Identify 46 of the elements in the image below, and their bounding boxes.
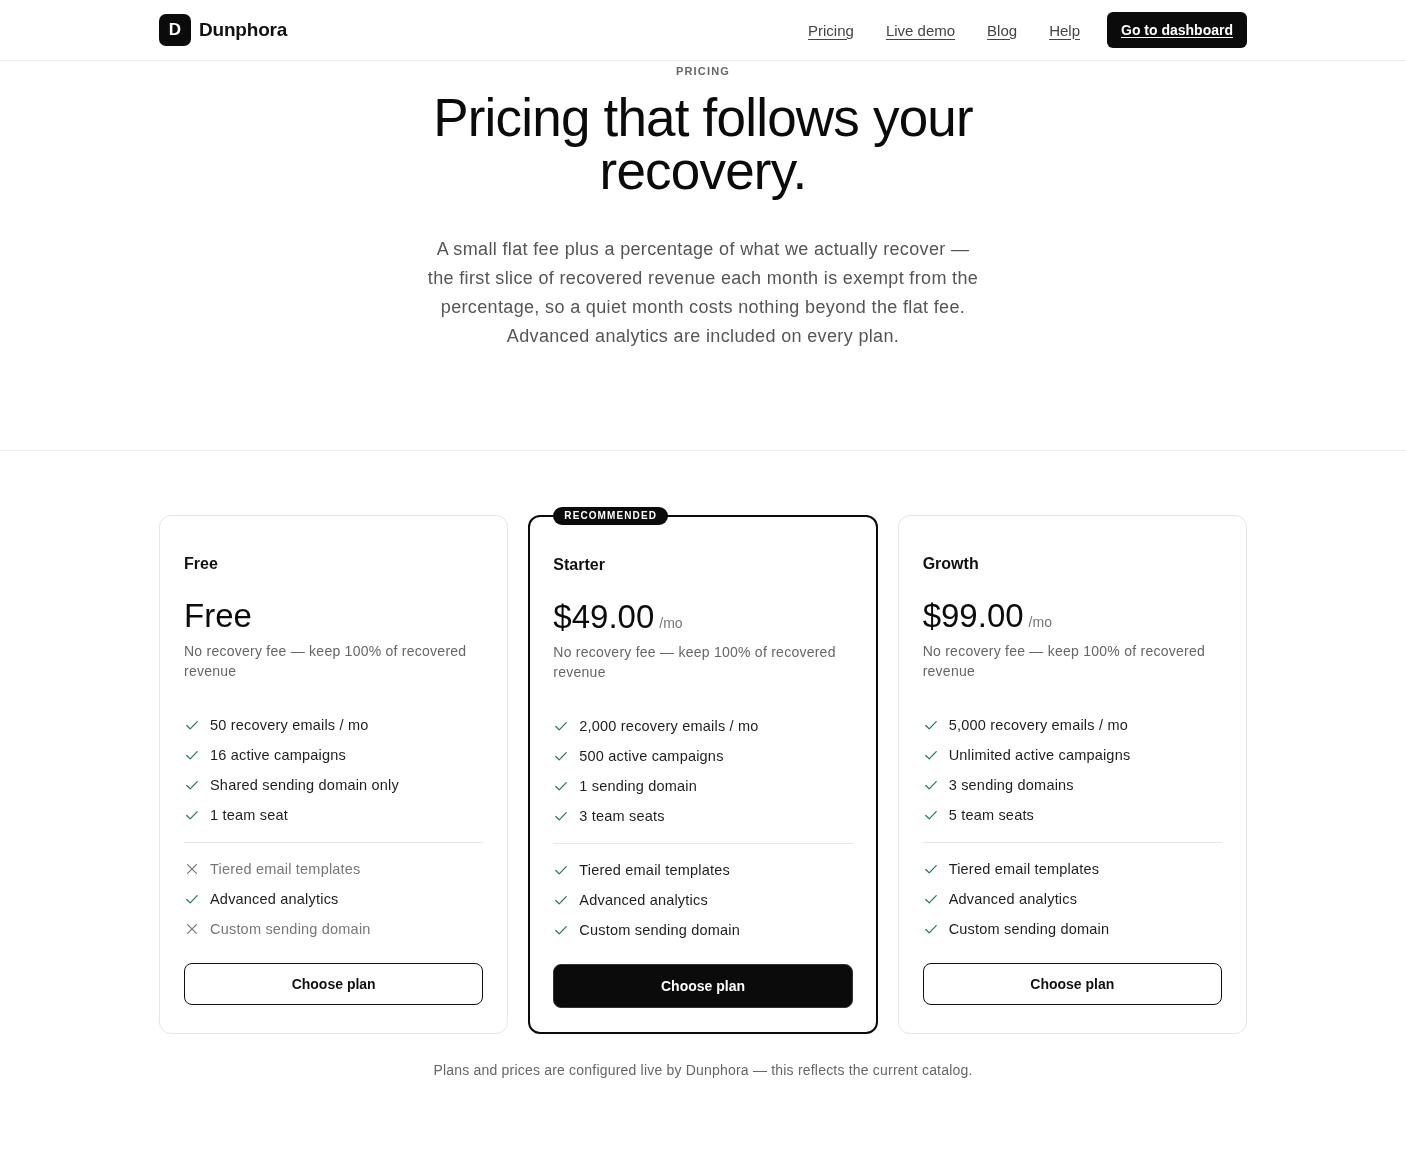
feature-label: 3 sending domains bbox=[948, 776, 1074, 795]
intro-paragraph: A small flat fee plus a percentage of what we actually recover — the first slice of recovered revenue each month is exempt from the percentage, so a quiet month costs nothing beyond the flat fee. Advanced analytics are included on every plan. bbox=[426, 238, 980, 348]
dashboard-button[interactable]: Go to dashboard bbox=[1107, 12, 1247, 48]
nav-link[interactable]: Blog bbox=[981, 17, 1024, 43]
feature-label: 16 active campaigns bbox=[210, 746, 346, 765]
nav-link[interactable]: Help bbox=[1043, 17, 1086, 43]
plan-name: Free bbox=[184, 554, 219, 574]
feature-label: 5 team seats bbox=[948, 806, 1035, 825]
feature-label: Advanced analytics bbox=[579, 891, 708, 910]
recommended-badge: RECOMMENDED bbox=[553, 507, 668, 525]
footer-note: Plans and prices are configured live by Dunphora — this reflects the current catalog. bbox=[432, 1061, 974, 1080]
choose-plan-button[interactable]: Choose plan bbox=[553, 964, 853, 1008]
choose-plan-button[interactable]: Choose plan bbox=[922, 963, 1222, 1005]
feature-label: Tiered email templates bbox=[948, 860, 1100, 879]
choose-plan-button[interactable]: Choose plan bbox=[184, 963, 484, 1005]
feature-label: 50 recovery emails / mo bbox=[210, 716, 369, 735]
plan-description: No recovery fee — keep 100% of recovered revenue bbox=[553, 643, 837, 682]
feature-label: Shared sending domain only bbox=[210, 776, 399, 795]
feature-label: Custom sending domain bbox=[579, 921, 740, 940]
feature-label: 2,000 recovery emails / mo bbox=[579, 717, 759, 736]
brand-name[interactable]: Dunphora bbox=[199, 19, 288, 41]
feature-label: Custom sending domain bbox=[948, 920, 1110, 939]
section-eyebrow: PRICING bbox=[675, 64, 731, 78]
nav-link[interactable]: Pricing bbox=[802, 17, 860, 43]
feature-label: 1 sending domain bbox=[579, 777, 697, 796]
nav-link[interactable]: Live demo bbox=[879, 17, 962, 43]
feature-label: Advanced analytics bbox=[210, 890, 339, 909]
plan-price: Free bbox=[184, 596, 252, 636]
plan-name: Starter bbox=[553, 555, 606, 575]
feature-label: Tiered email templates bbox=[579, 861, 730, 880]
plan-description: No recovery fee — keep 100% of recovered revenue bbox=[922, 642, 1207, 681]
price-period: /mo bbox=[659, 615, 683, 631]
feature-label: Advanced analytics bbox=[948, 890, 1078, 909]
feature-label: Unlimited active campaigns bbox=[948, 746, 1131, 765]
logo-mark[interactable]: D bbox=[159, 14, 191, 46]
price-period: /mo bbox=[1028, 614, 1052, 630]
feature-label: 5,000 recovery emails / mo bbox=[948, 716, 1128, 735]
plan-price: $99.00 bbox=[922, 596, 1024, 636]
feature-label: 500 active campaigns bbox=[579, 747, 724, 766]
feature-label: 1 team seat bbox=[210, 806, 288, 825]
plan-name: Growth bbox=[922, 554, 980, 574]
feature-label: 3 team seats bbox=[579, 807, 665, 826]
feature-label: Tiered email templates bbox=[210, 860, 361, 879]
plan-price: $49.00 bbox=[553, 597, 655, 637]
plan-description: No recovery fee — keep 100% of recovered revenue bbox=[184, 642, 468, 681]
feature-label: Custom sending domain bbox=[210, 920, 371, 939]
